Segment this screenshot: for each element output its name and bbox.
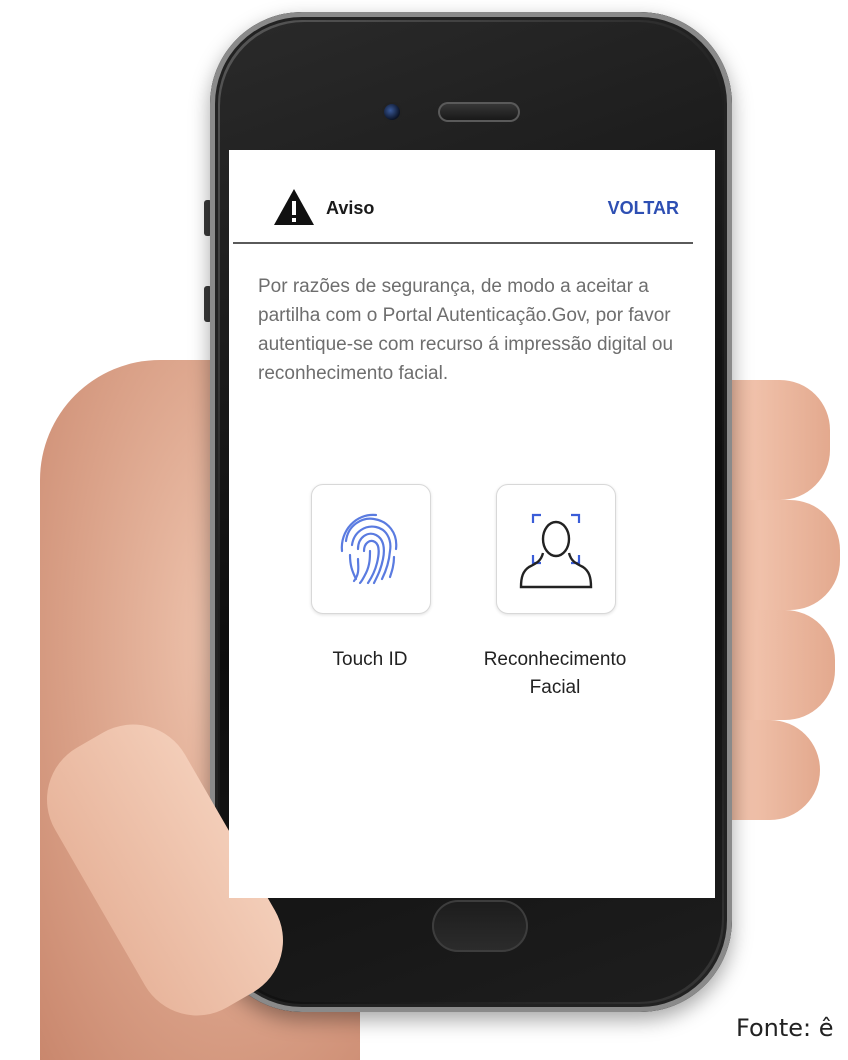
face-recognition-option[interactable] bbox=[496, 484, 616, 614]
source-caption: Fonte: ê bbox=[736, 1014, 834, 1042]
fingerprint-icon bbox=[340, 513, 398, 585]
home-button[interactable] bbox=[432, 900, 528, 952]
dialog-header: Aviso VOLTAR bbox=[229, 150, 715, 244]
dialog-title: Aviso bbox=[326, 198, 375, 218]
earpiece-speaker bbox=[438, 102, 520, 122]
photo-scene: Aviso VOLTAR Por razões de segurança, de… bbox=[0, 0, 848, 1060]
header-divider bbox=[233, 242, 693, 244]
phone-screen: Aviso VOLTAR Por razões de segurança, de… bbox=[229, 150, 715, 898]
front-camera bbox=[384, 104, 400, 120]
touch-id-label: Touch ID bbox=[332, 649, 408, 670]
touch-id-option[interactable] bbox=[311, 484, 431, 614]
face-recognition-label: Reconhecimento Facial bbox=[483, 649, 627, 698]
warning-icon bbox=[274, 189, 314, 225]
back-button[interactable]: VOLTAR bbox=[608, 198, 679, 219]
face-recognition-icon bbox=[519, 513, 593, 589]
warning-message: Por razões de segurança, de modo a aceit… bbox=[258, 276, 674, 384]
